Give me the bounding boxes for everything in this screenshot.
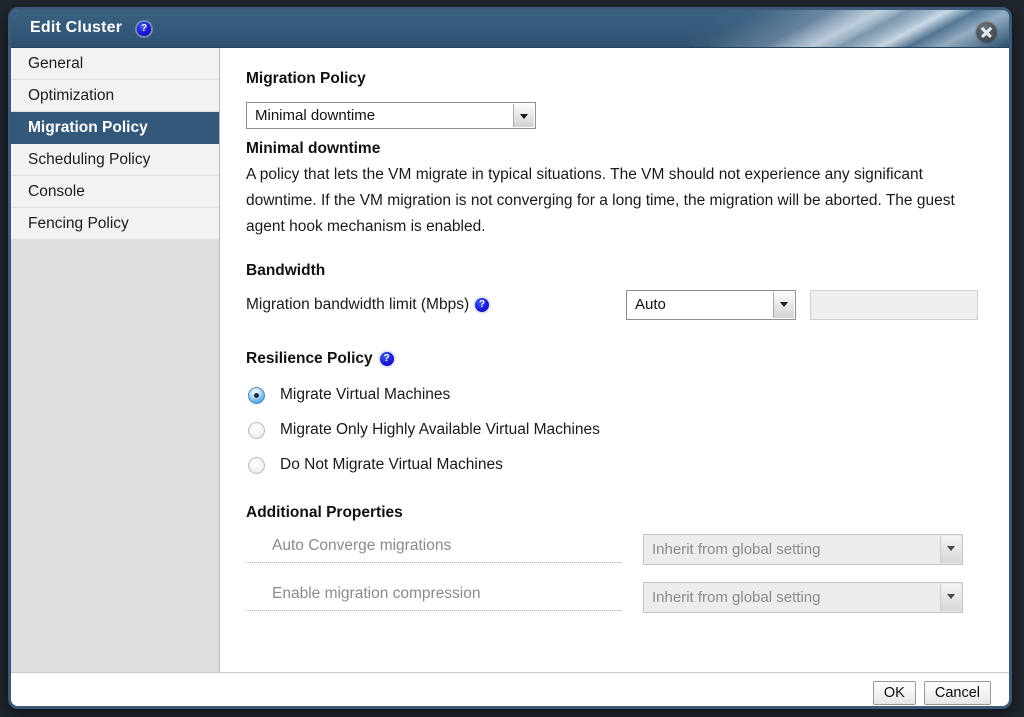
migration-policy-name: Minimal downtime	[246, 140, 985, 158]
edit-cluster-dialog: Edit Cluster ? General Optimization Migr…	[8, 7, 1012, 709]
dialog-title: Edit Cluster	[30, 19, 122, 37]
sidebar-item-scheduling-policy[interactable]: Scheduling Policy	[11, 144, 219, 176]
title-help-icon[interactable]: ?	[137, 22, 151, 36]
migration-compression-label: Enable migration compression	[246, 585, 621, 611]
auto-converge-select[interactable]: Inherit from global setting	[643, 534, 963, 565]
auto-converge-select-value: Inherit from global setting	[644, 535, 962, 564]
bandwidth-limit-select[interactable]: Auto	[626, 290, 796, 320]
auto-converge-label: Auto Converge migrations	[246, 537, 621, 563]
chevron-down-icon	[940, 536, 961, 563]
bandwidth-heading: Bandwidth	[246, 262, 985, 280]
bandwidth-custom-value-input[interactable]	[810, 290, 978, 320]
resilience-policy-heading: Resilience Policy?	[246, 350, 985, 368]
resilience-option-do-not-migrate[interactable]: Do Not Migrate Virtual Machines	[246, 456, 985, 474]
resilience-option-label: Do Not Migrate Virtual Machines	[280, 456, 503, 474]
bandwidth-limit-label: Migration bandwidth limit (Mbps)?	[246, 296, 626, 314]
dialog-body: General Optimization Migration Policy Sc…	[11, 48, 1009, 672]
radio-button-icon[interactable]	[248, 422, 265, 439]
bandwidth-help-icon[interactable]: ?	[475, 298, 489, 312]
dialog-content: Migration Policy Minimal downtime Minima…	[220, 48, 1009, 672]
radio-button-icon[interactable]	[248, 457, 265, 474]
resilience-policy-heading-text: Resilience Policy	[246, 350, 373, 367]
property-row-auto-converge: Auto Converge migrations Inherit from gl…	[246, 534, 985, 565]
migration-policy-heading: Migration Policy	[246, 70, 985, 88]
close-icon[interactable]	[976, 21, 997, 42]
sidebar-item-general[interactable]: General	[11, 48, 219, 80]
radio-button-selected-icon[interactable]	[248, 387, 265, 404]
dialog-titlebar: Edit Cluster ?	[11, 10, 1009, 48]
sidebar-item-console[interactable]: Console	[11, 176, 219, 208]
chevron-down-icon	[940, 584, 961, 611]
resilience-option-label: Migrate Only Highly Available Virtual Ma…	[280, 421, 600, 439]
bandwidth-limit-select-value: Auto	[627, 291, 795, 319]
sidebar-item-optimization[interactable]: Optimization	[11, 80, 219, 112]
ok-button[interactable]: OK	[873, 681, 916, 705]
sidebar-item-fencing-policy[interactable]: Fencing Policy	[11, 208, 219, 240]
resilience-option-migrate-ha-only[interactable]: Migrate Only Highly Available Virtual Ma…	[246, 421, 985, 439]
migration-policy-description: A policy that lets the VM migrate in typ…	[246, 162, 976, 240]
titlebar-swoosh-graphic	[684, 10, 1009, 48]
migration-compression-select-value: Inherit from global setting	[644, 583, 962, 612]
sidebar-item-migration-policy[interactable]: Migration Policy	[11, 112, 219, 144]
resilience-option-label: Migrate Virtual Machines	[280, 386, 450, 404]
resilience-help-icon[interactable]: ?	[380, 352, 394, 366]
desktop-backdrop: Edit Cluster ? General Optimization Migr…	[0, 0, 1024, 717]
migration-compression-select[interactable]: Inherit from global setting	[643, 582, 963, 613]
migration-policy-select[interactable]: Minimal downtime	[246, 102, 536, 129]
additional-properties-heading: Additional Properties	[246, 504, 985, 522]
property-row-migration-compression: Enable migration compression Inherit fro…	[246, 582, 985, 613]
chevron-down-icon	[773, 292, 794, 318]
dialog-sidebar: General Optimization Migration Policy Sc…	[11, 48, 220, 672]
cancel-button[interactable]: Cancel	[924, 681, 991, 705]
titlebar-swoosh-highlight	[708, 10, 991, 48]
resilience-option-migrate-vms[interactable]: Migrate Virtual Machines	[246, 386, 985, 404]
migration-policy-select-value: Minimal downtime	[247, 103, 535, 128]
bandwidth-limit-row: Migration bandwidth limit (Mbps)? Auto	[246, 290, 985, 320]
chevron-down-icon	[513, 104, 534, 127]
bandwidth-limit-label-text: Migration bandwidth limit (Mbps)	[246, 296, 469, 313]
dialog-footer: OK Cancel	[11, 672, 1009, 709]
